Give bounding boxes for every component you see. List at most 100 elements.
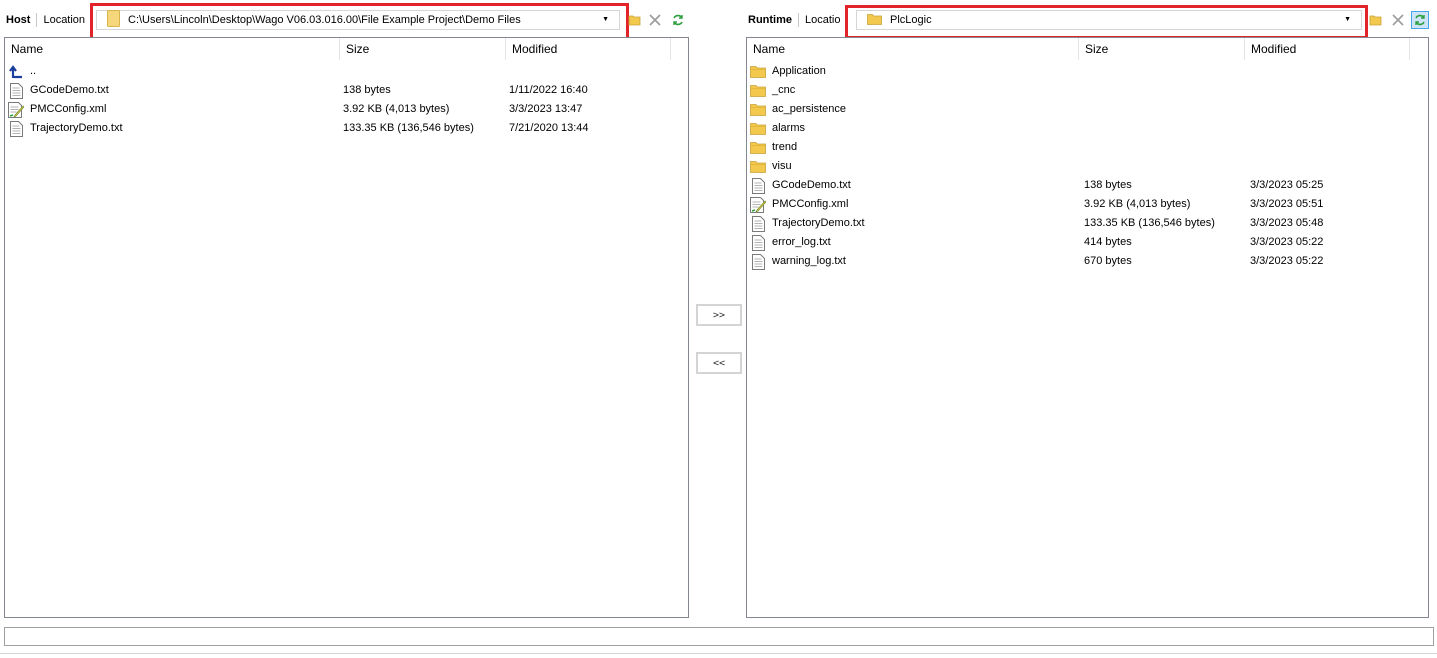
table-row[interactable]: trend: [747, 138, 1428, 157]
host-col-name[interactable]: Name: [5, 38, 340, 60]
file-name-cell[interactable]: GCodeDemo.txt: [750, 176, 851, 195]
runtime-col-size[interactable]: Size: [1079, 38, 1245, 60]
folder-icon: [107, 10, 120, 30]
file-name: GCodeDemo.txt: [772, 179, 851, 191]
file-name-cell[interactable]: alarms: [750, 119, 805, 138]
file-name-cell[interactable]: ac_persistence: [750, 100, 846, 119]
runtime-col-modified[interactable]: Modified: [1245, 38, 1410, 60]
text-file-icon: [750, 234, 766, 251]
dropdown-arrow-icon[interactable]: ▼: [1344, 16, 1351, 23]
table-row[interactable]: ac_persistence: [747, 100, 1428, 119]
file-name: trend: [772, 141, 798, 153]
table-row[interactable]: warning_log.txt 670 bytes 3/3/2023 05:22: [747, 252, 1428, 271]
file-name: TrajectoryDemo.txt: [30, 122, 123, 134]
separator: [36, 13, 38, 27]
file-size: 414 bytes: [1084, 236, 1132, 248]
file-size: 138 bytes: [1084, 179, 1132, 191]
file-name: alarms: [772, 122, 806, 134]
separator: [798, 13, 799, 27]
file-name: _cnc: [772, 84, 796, 96]
table-row[interactable]: ..: [5, 62, 688, 81]
file-name-cell[interactable]: warning_log.txt: [750, 252, 846, 271]
folder-icon: [750, 102, 766, 118]
file-name-cell[interactable]: PMCConfig.xml: [8, 100, 106, 119]
text-file-icon: [750, 253, 766, 270]
up-folder-icon: [8, 64, 24, 80]
close-icon: [649, 14, 661, 26]
refresh-button[interactable]: [669, 11, 687, 29]
open-folder-icon: [1369, 15, 1382, 26]
file-name-cell[interactable]: GCodeDemo.txt: [8, 81, 109, 100]
refresh-icon: [1415, 14, 1425, 26]
folder-icon: [750, 121, 766, 137]
file-name-cell[interactable]: visu: [750, 157, 792, 176]
file-modified: 3/3/2023 05:51: [1250, 198, 1324, 210]
file-modified: 3/3/2023 05:22: [1250, 236, 1324, 248]
file-name: error_log.txt: [772, 236, 831, 248]
file-name-cell[interactable]: error_log.txt: [750, 233, 831, 252]
host-location-combobox[interactable]: C:\Users\Lincoln\Desktop\Wago V06.03.016…: [96, 10, 620, 30]
runtime-label: Runtime: [748, 14, 792, 26]
runtime-location-combobox[interactable]: PlcLogic ▼: [856, 10, 1362, 30]
file-modified: 3/3/2023 05:22: [1250, 255, 1324, 267]
table-row[interactable]: _cnc: [747, 81, 1428, 100]
file-name-cell[interactable]: TrajectoryDemo.txt: [750, 214, 865, 233]
close-icon: [1392, 14, 1404, 26]
file-size: 133.35 KB (136,546 bytes): [1084, 217, 1215, 229]
folder-icon: [750, 140, 766, 156]
folder-icon: [750, 64, 766, 80]
table-row[interactable]: GCodeDemo.txt 138 bytes 1/11/2022 16:40: [5, 81, 688, 100]
table-row[interactable]: alarms: [747, 119, 1428, 138]
open-folder-button[interactable]: [1367, 11, 1385, 29]
host-location-label: Location: [43, 14, 86, 26]
open-folder-icon: [628, 15, 641, 26]
folder-icon: [750, 159, 766, 175]
host-label: Host: [6, 14, 31, 26]
open-folder-button[interactable]: [626, 11, 644, 29]
refresh-button[interactable]: [1411, 11, 1429, 29]
xml-file-icon: [750, 196, 766, 213]
text-file-icon: [8, 82, 24, 99]
file-size: 3.92 KB (4,013 bytes): [1084, 198, 1191, 210]
file-name-cell[interactable]: trend: [750, 138, 797, 157]
table-row[interactable]: Application: [747, 62, 1428, 81]
table-row[interactable]: visu: [747, 157, 1428, 176]
file-name-cell[interactable]: TrajectoryDemo.txt: [8, 119, 123, 138]
file-size: 3.92 KB (4,013 bytes): [343, 103, 450, 115]
file-name: ..: [30, 65, 37, 77]
runtime-location-label: Locatio: [805, 14, 841, 26]
table-row[interactable]: PMCConfig.xml 3.92 KB (4,013 bytes) 3/3/20…: [747, 195, 1428, 214]
file-modified: 3/3/2023 05:48: [1250, 217, 1324, 229]
file-modified: 1/11/2022 16:40: [509, 84, 588, 96]
text-file-icon: [750, 177, 766, 194]
table-row[interactable]: GCodeDemo.txt 138 bytes 3/3/2023 05:25: [747, 176, 1428, 195]
host-file-list[interactable]: Name Size Modified .. GCodeDemo.txt 138 by…: [4, 37, 689, 618]
dropdown-arrow-icon[interactable]: ▼: [602, 16, 609, 23]
file-size: 670 bytes: [1084, 255, 1132, 267]
file-name-cell[interactable]: Application: [750, 62, 826, 81]
file-modified: 3/3/2023 05:25: [1250, 179, 1324, 191]
table-row[interactable]: error_log.txt 414 bytes 3/3/2023 05:22: [747, 233, 1428, 252]
file-name: ac_persistence: [772, 103, 846, 115]
file-name-cell[interactable]: PMCConfig.xml: [750, 195, 848, 214]
file-size: 138 bytes: [343, 84, 391, 96]
file-name-cell[interactable]: ..: [8, 62, 36, 81]
delete-button[interactable]: [1389, 11, 1407, 29]
xml-file-icon: [8, 101, 24, 118]
table-row[interactable]: TrajectoryDemo.txt 133.35 KB (136,546 byt…: [747, 214, 1428, 233]
host-location-path: C:\Users\Lincoln\Desktop\Wago V06.03.016…: [128, 14, 521, 26]
copy-to-runtime-button[interactable]: >>: [696, 304, 742, 326]
runtime-col-name[interactable]: Name: [747, 38, 1079, 60]
file-size: 133.35 KB (136,546 bytes): [343, 122, 474, 134]
host-col-size[interactable]: Size: [340, 38, 506, 60]
delete-button[interactable]: [646, 11, 664, 29]
status-bar: [4, 627, 1434, 646]
file-name-cell[interactable]: _cnc: [750, 81, 795, 100]
runtime-file-list[interactable]: Name Size Modified Application _cnc ac_per…: [746, 37, 1429, 618]
folder-icon: [750, 83, 766, 99]
runtime-header: Runtime Locatio: [742, 6, 840, 34]
table-row[interactable]: TrajectoryDemo.txt 133.35 KB (136,546 byt…: [5, 119, 688, 138]
host-col-modified[interactable]: Modified: [506, 38, 671, 60]
table-row[interactable]: PMCConfig.xml 3.92 KB (4,013 bytes) 3/3/20…: [5, 100, 688, 119]
copy-to-host-button[interactable]: <<: [696, 352, 742, 374]
